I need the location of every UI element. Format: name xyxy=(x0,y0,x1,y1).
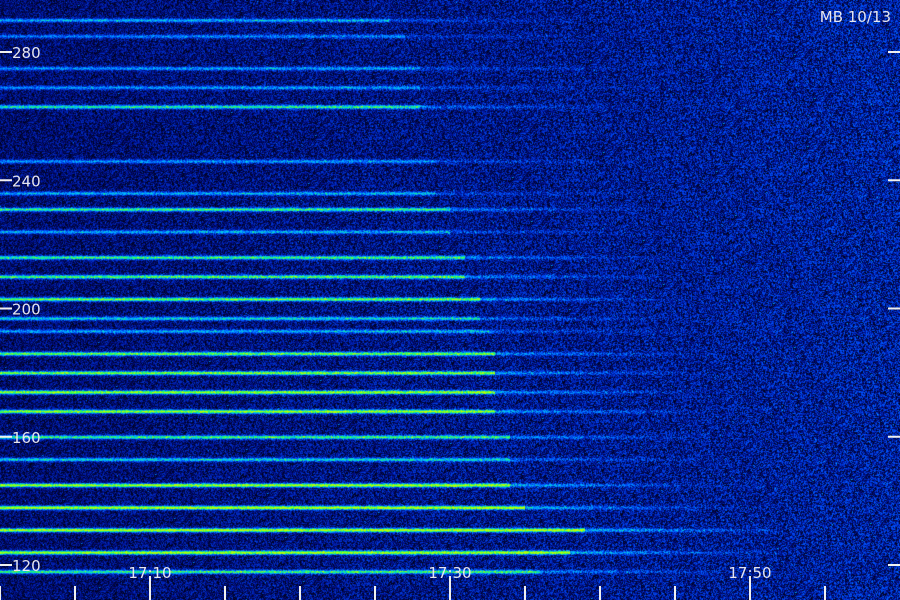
chart-title: MB 10/13 xyxy=(820,8,891,26)
y-tick-label: 120 xyxy=(12,557,41,575)
x-tick-label: 17:10 xyxy=(128,564,171,582)
y-axis-right xyxy=(888,51,900,566)
y-axis-left: 280 240 200 160 120 xyxy=(0,44,41,575)
y-tick-label: 200 xyxy=(12,301,41,319)
y-tick-label: 280 xyxy=(12,44,41,62)
axes-overlay: MB 10/13 280 240 200 160 120 17:10 17:30 17:50 xyxy=(0,8,900,600)
x-axis: 17:10 17:30 17:50 xyxy=(0,564,826,600)
x-tick-label: 17:50 xyxy=(728,564,771,582)
y-tick-label: 240 xyxy=(12,172,41,190)
y-tick-label: 160 xyxy=(12,429,41,447)
spectrogram-plot: MB 10/13 280 240 200 160 120 17:10 17:30 17:50 xyxy=(0,0,900,600)
x-tick-label: 17:30 xyxy=(428,564,471,582)
